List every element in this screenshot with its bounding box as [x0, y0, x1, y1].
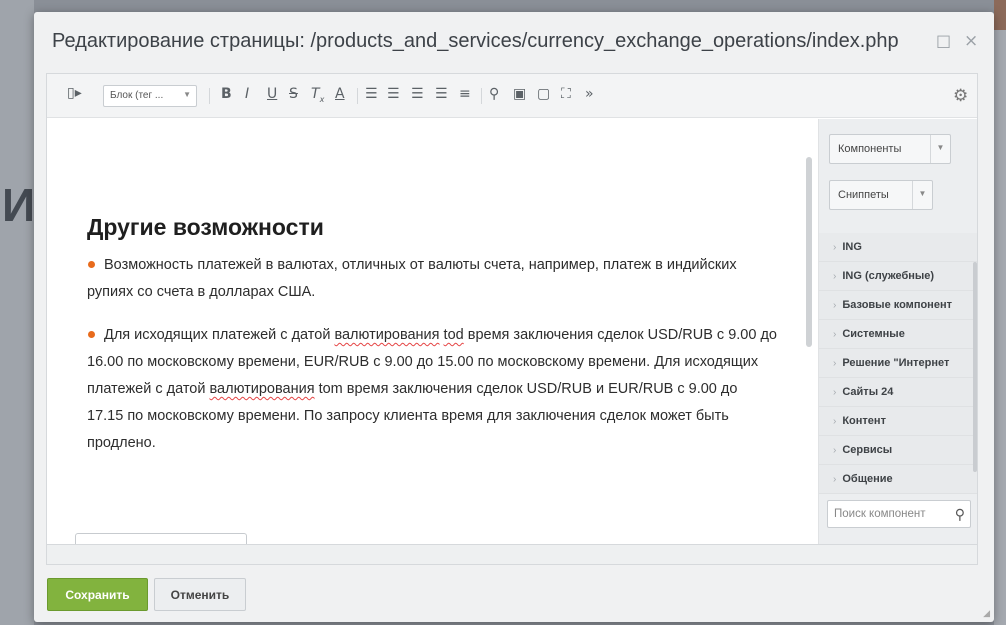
misspelled-word: tod	[443, 327, 464, 343]
close-icon[interactable]: ×	[964, 31, 978, 51]
format-select[interactable]: Блок (тег ... ▼	[103, 85, 197, 107]
sidebar-item-services[interactable]: › Сервисы	[819, 436, 977, 465]
sidebar-item-ing[interactable]: › ING	[819, 233, 977, 262]
toolbar-separator	[357, 88, 358, 104]
sidebar-item-base-components[interactable]: › Базовые компонент	[819, 291, 977, 320]
chevron-right-icon: ›	[833, 300, 837, 311]
chevron-right-icon: ›	[833, 474, 837, 485]
cancel-button[interactable]: Отменить	[154, 578, 246, 611]
chevron-right-icon: ›	[833, 445, 837, 456]
chevron-down-icon[interactable]: ▼	[930, 135, 950, 163]
editor-status-bar	[47, 544, 977, 564]
chevron-right-icon: ›	[833, 242, 837, 253]
misspelled-word: валютирования	[334, 327, 440, 343]
editor-content[interactable]: Другие возможности Возможность платежей …	[47, 119, 817, 544]
components-button[interactable]: Компоненты ▼	[829, 134, 951, 164]
snippets-button[interactable]: Сниппеты ▼	[829, 180, 933, 210]
sidebar-item-internet-solution[interactable]: › Решение "Интернет	[819, 349, 977, 378]
strike-icon[interactable]: S	[289, 86, 298, 102]
chevron-right-icon: ›	[833, 416, 837, 427]
toolbar-separator	[209, 88, 210, 104]
chevron-down-icon: ▼	[183, 90, 191, 99]
bold-icon[interactable]: B	[221, 86, 232, 102]
content-paragraph: Возможность платежей в валютах, отличных…	[87, 257, 737, 300]
view-toggle-icon[interactable]: ▯▸	[67, 85, 82, 101]
editor-toolbar: ▯▸ Блок (тег ... ▼ B I U S Tx A ☰ ☰ ☰ ☰ …	[47, 74, 977, 118]
chevron-right-icon: ›	[833, 358, 837, 369]
align-icon[interactable]: ≡	[459, 86, 471, 102]
dialog-title-bar[interactable]: Редактирование страницы: /products_and_s…	[34, 12, 994, 68]
content-block-outline	[75, 533, 247, 544]
restore-icon[interactable]: □	[936, 31, 951, 50]
content-paragraph: Для исходящих платежей с датой валютиров…	[87, 327, 777, 451]
chevron-right-icon: ›	[833, 387, 837, 398]
backdrop-text-fragment: И	[2, 179, 36, 231]
dialog-footer: Сохранить Отменить ◢	[34, 568, 994, 622]
chevron-right-icon: ›	[833, 329, 837, 340]
search-icon[interactable]: ⚲	[955, 506, 965, 523]
html-editor: ▯▸ Блок (тег ... ▼ B I U S Tx A ☰ ☰ ☰ ☰ …	[46, 73, 978, 565]
chevron-right-icon: ›	[833, 271, 837, 282]
toolbar-separator	[481, 88, 482, 104]
image-icon[interactable]: ▣	[513, 86, 526, 102]
sidebar-item-ing-service[interactable]: › ING (служебные)	[819, 262, 977, 291]
page-backdrop-right	[994, 0, 1006, 625]
gear-icon[interactable]: ⚙	[953, 86, 968, 106]
sidebar-item-content[interactable]: › Контент	[819, 407, 977, 436]
misspelled-word: валютирования	[209, 381, 315, 397]
components-sidebar: Компоненты ▼ Сниппеты ▼ › ING › ING (служе…	[818, 119, 977, 544]
chevron-down-icon[interactable]: ▼	[912, 181, 932, 209]
italic-icon[interactable]: I	[245, 86, 249, 102]
ordered-list-icon[interactable]: ☰	[365, 86, 378, 102]
component-search-input[interactable]: Поиск компонент ⚲	[827, 500, 971, 528]
bullet-list-icon[interactable]: ☰	[387, 86, 400, 102]
sidebar-item-communication[interactable]: › Общение	[819, 465, 977, 494]
underline-icon[interactable]: U	[267, 86, 277, 102]
content-scrollbar[interactable]	[806, 157, 812, 347]
remove-format-icon[interactable]: Tx	[311, 86, 324, 104]
fullscreen-icon[interactable]: ⛶	[561, 86, 571, 102]
link-icon[interactable]: ⚲	[489, 86, 499, 102]
bullet-dot-icon	[88, 260, 95, 268]
resize-handle-icon[interactable]: ◢	[983, 608, 990, 619]
video-icon[interactable]: ▢	[537, 86, 550, 102]
dialog-title: Редактирование страницы: /products_and_s…	[52, 30, 899, 52]
page-backdrop-right-top	[994, 0, 1006, 30]
content-heading: Другие возможности	[87, 214, 324, 240]
more-icon[interactable]: »	[585, 86, 594, 102]
sidebar-scrollbar[interactable]	[973, 262, 977, 472]
page-backdrop: И	[0, 0, 36, 625]
outdent-icon[interactable]: ☰	[411, 86, 424, 102]
bullet-dot-icon	[88, 330, 95, 338]
text-color-icon[interactable]: A	[335, 86, 345, 102]
sidebar-item-sites24[interactable]: › Сайты 24	[819, 378, 977, 407]
edit-page-dialog: Редактирование страницы: /products_and_s…	[34, 12, 994, 622]
save-button[interactable]: Сохранить	[47, 578, 148, 611]
sidebar-item-system[interactable]: › Системные	[819, 320, 977, 349]
indent-icon[interactable]: ☰	[435, 86, 448, 102]
